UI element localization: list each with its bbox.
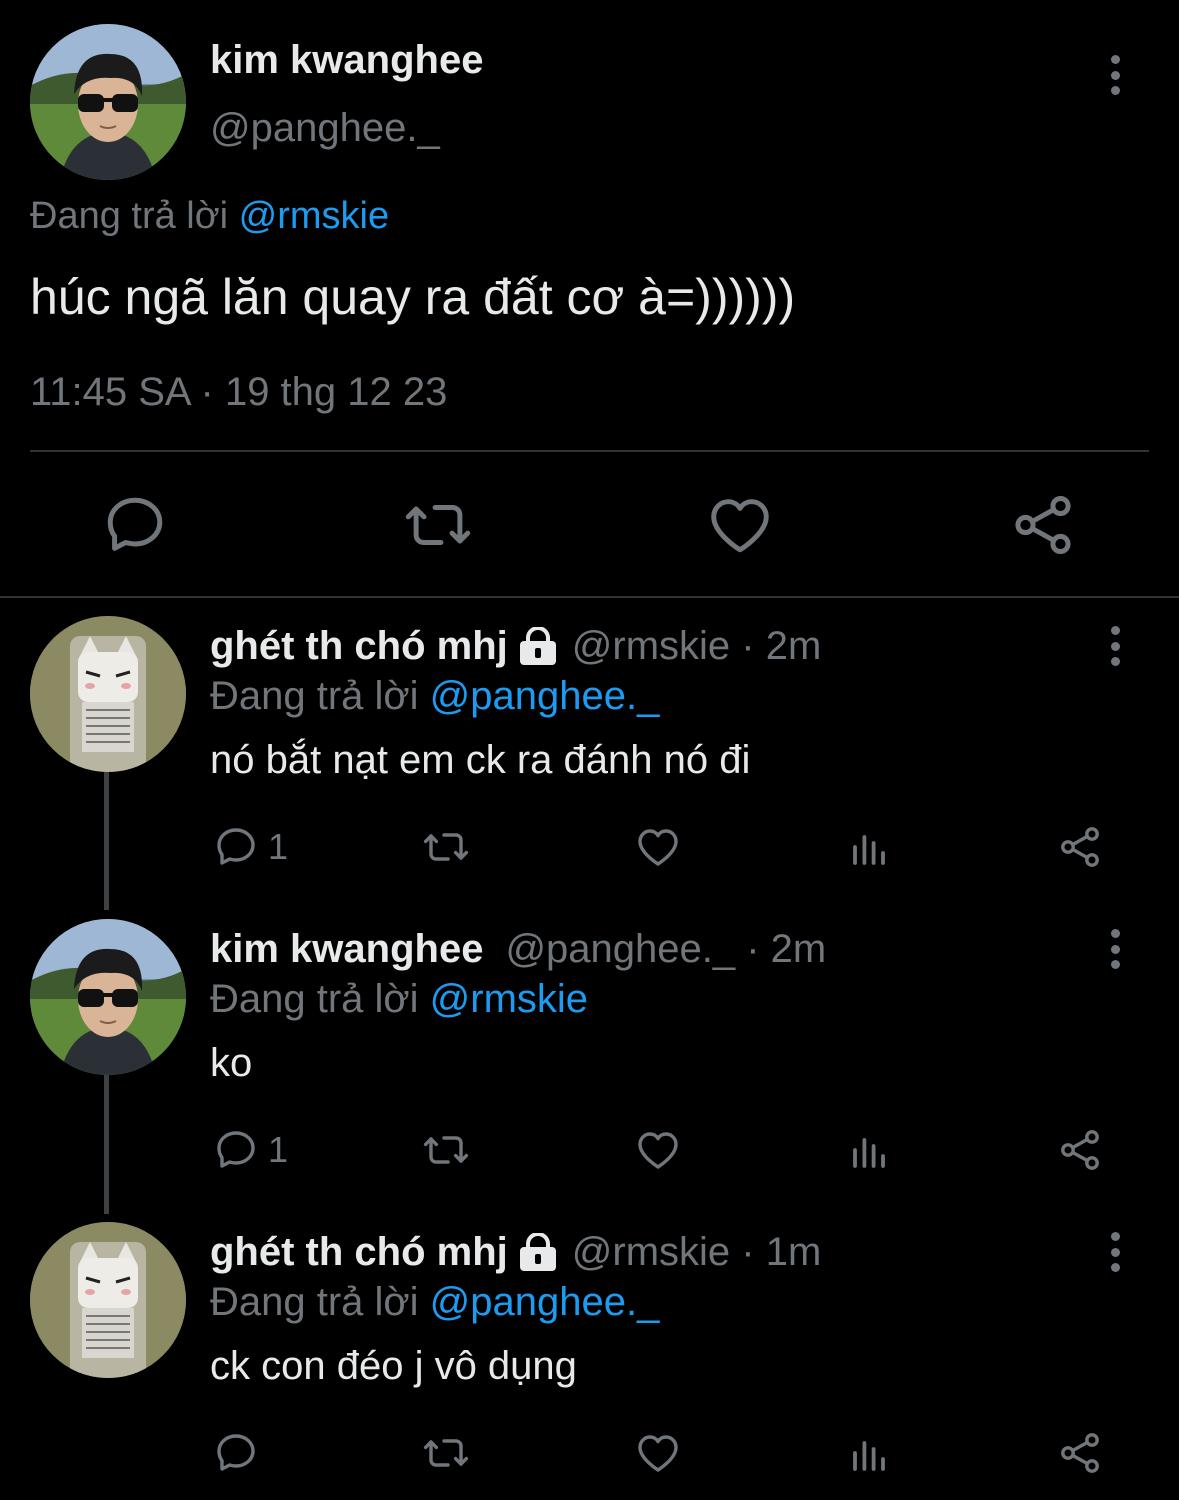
more-options-icon[interactable] [1105,929,1125,969]
replying-to-label: Đang trả lời [210,674,430,718]
author-handle-time[interactable]: @panghee._ · 2m [505,927,826,972]
author-name[interactable]: kim kwanghee [210,927,483,972]
reply-tweet[interactable]: ghét th chó mhj @rmskie · 2m Đang trả lờ… [0,600,1179,900]
tweet-thread-page: kim kwanghee @panghee._ Đang trả lời @rm… [0,0,1179,1500]
author-name[interactable]: ghét th chó mhj [210,624,508,669]
more-options-icon[interactable] [1105,1232,1125,1272]
replying-to-line: Đang trả lời @rmskie [210,977,588,1022]
lock-icon [516,627,560,667]
avatar[interactable] [30,919,186,1075]
reply-header: ghét th chó mhj @rmskie · 1m [210,1230,821,1275]
like-icon[interactable] [705,490,775,560]
author-handle-time[interactable]: @rmskie · 2m [572,624,822,669]
retweet-icon[interactable] [422,822,470,872]
replying-to-link[interactable]: @rmskie [430,977,588,1021]
analytics-icon[interactable] [845,1428,893,1478]
reply-button[interactable]: 1 [212,822,288,872]
share-icon[interactable] [1008,490,1078,560]
reply-button[interactable]: 1 [212,1125,288,1175]
analytics-icon[interactable] [845,822,893,872]
reply-tweet[interactable]: ghét th chó mhj @rmskie · 1m Đang trả lờ… [0,1206,1179,1500]
divider [30,450,1149,452]
more-options-icon[interactable] [1105,55,1125,95]
replying-to-line: Đang trả lời @rmskie [30,195,389,238]
tweet-text: ck con đéo j vô dụng [210,1344,577,1388]
author-handle[interactable]: @panghee._ [210,106,440,151]
replying-to-link[interactable]: @panghee._ [430,674,660,718]
reply-header: kim kwanghee @panghee._ · 2m [210,927,826,972]
replying-to-label: Đang trả lời [210,1280,430,1324]
retweet-icon[interactable] [403,490,473,560]
like-icon[interactable] [634,822,682,872]
analytics-icon[interactable] [845,1125,893,1175]
replying-to-link[interactable]: @rmskie [239,195,389,237]
tweet-text: nó bắt nạt em ck ra đánh nó đi [210,738,751,782]
reply-tweet[interactable]: kim kwanghee @panghee._ · 2m Đang trả lờ… [0,903,1179,1203]
reply-count: 1 [268,1129,289,1170]
share-icon[interactable] [1056,1125,1104,1175]
replying-to-label: Đang trả lời [30,195,239,237]
replying-to-line: Đang trả lời @panghee._ [210,674,659,719]
share-icon[interactable] [1056,822,1104,872]
retweet-icon[interactable] [422,1125,470,1175]
like-icon[interactable] [634,1125,682,1175]
replying-to-link[interactable]: @panghee._ [430,1280,660,1324]
tweet-text: húc ngã lăn quay ra đất cơ à=)))))) [30,269,796,325]
replying-to-label: Đang trả lời [210,977,430,1021]
reply-header: ghét th chó mhj @rmskie · 2m [210,624,821,669]
replying-to-line: Đang trả lời @panghee._ [210,1280,659,1325]
divider [0,596,1179,598]
reply-icon [212,1126,260,1174]
reply-button[interactable] [212,1428,260,1478]
lock-icon [516,1233,560,1273]
tweet-text: ko [210,1041,253,1085]
reply-count: 1 [268,826,289,867]
reply-icon [212,1429,260,1477]
more-options-icon[interactable] [1105,626,1125,666]
avatar[interactable] [30,1222,186,1378]
reply-icon [212,823,260,871]
avatar[interactable] [30,24,186,180]
main-tweet: kim kwanghee @panghee._ Đang trả lời @rm… [0,0,1179,598]
author-handle-time[interactable]: @rmskie · 1m [572,1230,822,1275]
avatar[interactable] [30,616,186,772]
share-icon[interactable] [1056,1428,1104,1478]
retweet-icon[interactable] [422,1428,470,1478]
tweet-timestamp[interactable]: 11:45 SA · 19 thg 12 23 [30,370,447,415]
reply-icon[interactable] [100,490,170,560]
author-name[interactable]: ghét th chó mhj [210,1230,508,1275]
author-name[interactable]: kim kwanghee [210,38,483,83]
like-icon[interactable] [634,1428,682,1478]
